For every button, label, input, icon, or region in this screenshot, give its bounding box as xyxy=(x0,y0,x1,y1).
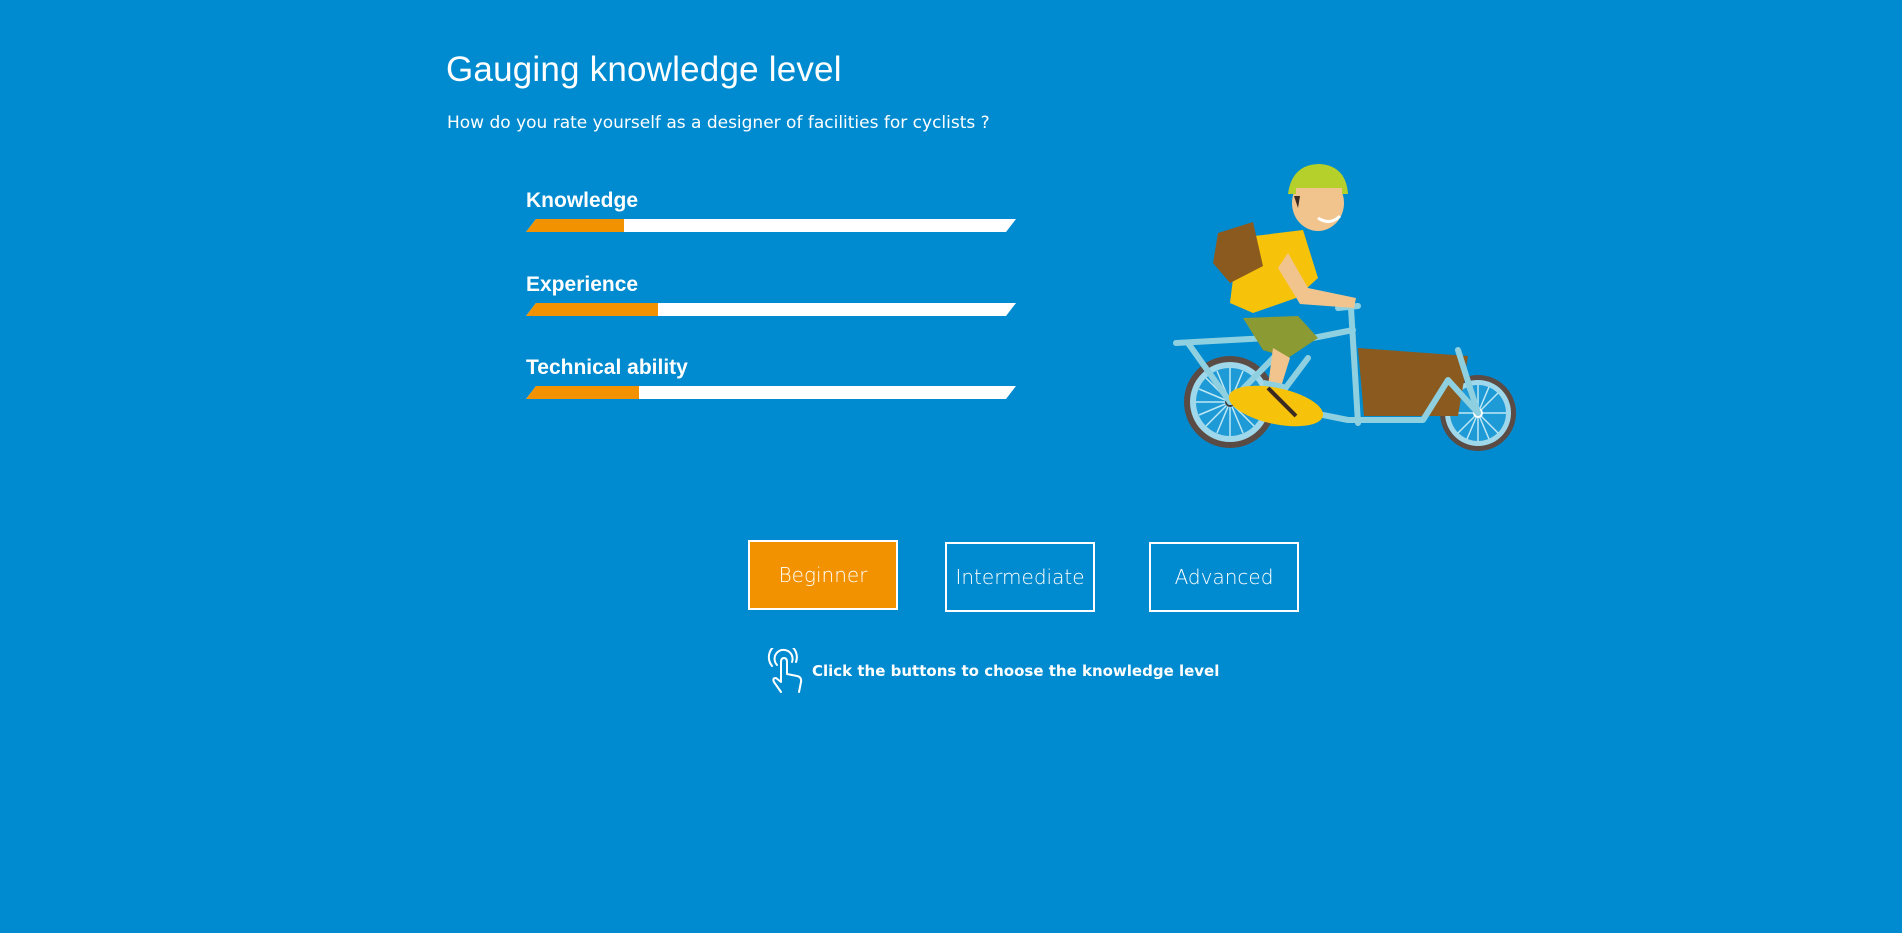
meter-label-knowledge: Knowledge xyxy=(526,189,639,212)
beginner-button[interactable]: Beginner xyxy=(748,540,898,610)
cargo-bike-cyclist-illustration xyxy=(1173,164,1516,451)
knowledge-level-screen: Gauging knowledge level How do you rate … xyxy=(0,0,1902,933)
technical-ability-meter: Technical ability xyxy=(526,356,1016,399)
experience-meter: Experience xyxy=(526,273,1016,316)
knowledge-progress-bar xyxy=(526,219,1016,232)
page-title: Gauging knowledge level xyxy=(446,50,842,89)
advanced-button[interactable]: Advanced xyxy=(1149,542,1299,612)
technical-ability-progress-bar xyxy=(526,386,1016,399)
instruction-hint: Click the buttons to choose the knowledg… xyxy=(766,648,1219,694)
touch-pointer-icon xyxy=(767,648,803,693)
meter-label-technical-ability: Technical ability xyxy=(526,356,688,379)
experience-progress-bar xyxy=(526,303,1016,316)
meter-fill xyxy=(526,303,658,316)
page-question: How do you rate yourself as a designer o… xyxy=(447,113,990,133)
intermediate-button[interactable]: Intermediate xyxy=(945,542,1095,612)
meter-label-experience: Experience xyxy=(526,273,639,296)
knowledge-meter: Knowledge xyxy=(526,189,1016,232)
meter-fill xyxy=(526,386,639,399)
meter-graphic xyxy=(526,303,1016,316)
hint-text: Click the buttons to choose the knowledg… xyxy=(812,662,1220,680)
meter-graphic xyxy=(526,386,1016,399)
meter-fill xyxy=(526,219,624,232)
meter-graphic xyxy=(526,219,1016,232)
